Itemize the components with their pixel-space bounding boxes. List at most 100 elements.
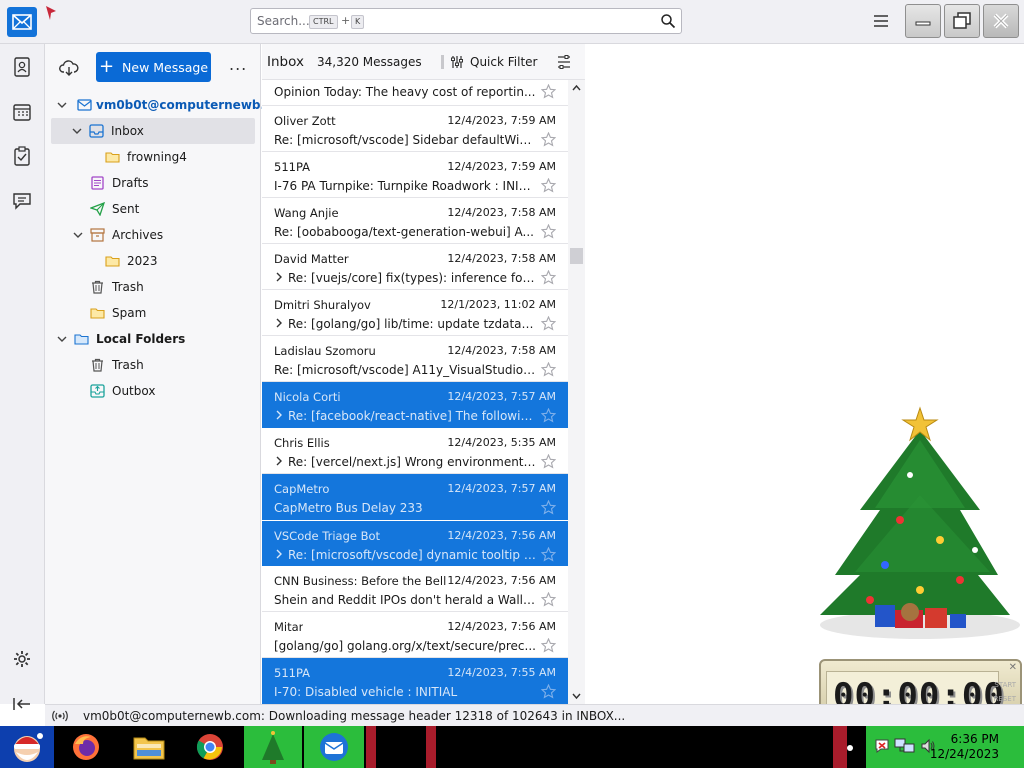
scroll-up-icon[interactable] <box>572 84 581 92</box>
message-date: 12/4/2023, 7:57 AM <box>447 390 556 403</box>
message-row[interactable]: 511PA 12/4/2023, 7:55 AM I-70: Disabled ve… <box>262 658 568 704</box>
message-row[interactable]: Chris Ellis 12/4/2023, 5:35 AM Re: [vercel… <box>262 428 568 474</box>
star-icon[interactable] <box>541 408 556 423</box>
clock-time[interactable]: 6:36 PM <box>951 732 999 746</box>
chevron-down-icon[interactable] <box>72 126 82 136</box>
chevron-right-icon[interactable] <box>274 410 286 420</box>
message-row[interactable]: CNN Business: Before the Bell 12/4/2023, … <box>262 566 568 612</box>
display-options-icon[interactable] <box>556 54 572 70</box>
message-sender: 511PA <box>274 666 311 680</box>
star-icon[interactable] <box>541 132 556 147</box>
app-menu-icon[interactable] <box>872 13 890 29</box>
quick-filter-button[interactable]: Quick Filter <box>470 55 537 69</box>
start-button[interactable] <box>0 726 54 768</box>
settings-button[interactable] <box>11 648 33 670</box>
mail-app-icon[interactable] <box>7 7 37 37</box>
network-icon[interactable] <box>894 737 916 755</box>
star-icon[interactable] <box>541 362 556 377</box>
taskbar-thunderbird[interactable] <box>304 726 364 768</box>
folder-2023[interactable]: 2023 <box>45 248 261 274</box>
scrollbar-thumb[interactable] <box>570 248 583 264</box>
folder-trash[interactable]: Trash <box>45 274 261 300</box>
thunderbird-icon <box>320 733 348 761</box>
message-row[interactable]: 511PA 12/4/2023, 7:59 AM I-76 PA Turnpike:… <box>262 152 568 198</box>
folder-frowning4[interactable]: frowning4 <box>45 144 261 170</box>
collapse-spaces-button[interactable] <box>11 693 33 715</box>
message-row[interactable]: David Matter 12/4/2023, 7:58 AM Re: [vuejs… <box>262 244 568 290</box>
taskbar-tree-gadget[interactable] <box>244 726 302 768</box>
search-icon[interactable] <box>660 13 676 29</box>
taskbar-file-explorer[interactable] <box>129 729 169 765</box>
get-messages-icon[interactable] <box>59 59 79 77</box>
restore-button[interactable] <box>944 4 980 38</box>
star-icon[interactable] <box>541 592 556 607</box>
chevron-right-icon[interactable] <box>274 318 286 328</box>
star-icon[interactable] <box>541 316 556 331</box>
folder-account[interactable]: vm0b0t@computernewb... <box>45 92 274 118</box>
red-pin-icon <box>46 6 56 20</box>
star-icon[interactable] <box>541 178 556 193</box>
taskbar-firefox[interactable] <box>66 729 106 765</box>
folder-drafts[interactable]: Drafts <box>45 170 261 196</box>
folder-pane-more-button[interactable]: ... <box>229 55 247 74</box>
message-row[interactable]: Nicola Corti 12/4/2023, 7:57 AM Re: [faceb… <box>262 382 568 428</box>
folder-local-trash[interactable]: Trash <box>45 352 261 378</box>
chevron-right-icon[interactable] <box>274 549 286 559</box>
star-icon[interactable] <box>541 684 556 699</box>
status-bar: vm0b0t@computernewb.com: Downloading mes… <box>45 704 1024 726</box>
clock-date[interactable]: 12/24/2023 <box>930 747 999 761</box>
quick-filter-icon[interactable] <box>450 55 464 69</box>
collapse-left-icon <box>13 698 30 710</box>
folder-inbox[interactable]: Inbox <box>51 118 255 144</box>
chevron-down-icon[interactable] <box>57 334 67 344</box>
taskbar-chrome[interactable] <box>190 729 230 765</box>
thread-scrollbar[interactable] <box>568 80 585 704</box>
message-row[interactable]: Opinion Today: The heavy cost of reporti… <box>262 80 568 106</box>
tasks-button[interactable] <box>11 145 33 167</box>
message-row[interactable]: CapMetro 12/4/2023, 7:57 AM CapMetro Bus D… <box>262 474 568 520</box>
star-icon[interactable] <box>541 547 556 562</box>
star-icon[interactable] <box>541 638 556 653</box>
show-desktop-icon[interactable] <box>846 741 854 755</box>
thread-pane: Inbox 34,320 Messages Quick Filter Opini… <box>262 44 585 704</box>
star-icon[interactable] <box>541 224 556 239</box>
folder-archives[interactable]: Archives <box>45 222 261 248</box>
folder-spam[interactable]: Spam <box>45 300 261 326</box>
minimize-button[interactable] <box>905 4 941 38</box>
timer-reset-button[interactable]: RESET <box>994 695 1016 703</box>
chevron-right-icon[interactable] <box>274 272 286 282</box>
calendar-button[interactable] <box>11 101 33 123</box>
message-date: 12/4/2023, 7:57 AM <box>447 482 556 495</box>
chevron-down-icon[interactable] <box>57 100 67 110</box>
message-row[interactable]: Dmitri Shuralyov 12/1/2023, 11:02 AM Re: [… <box>262 290 568 336</box>
folder-outbox[interactable]: Outbox <box>45 378 261 404</box>
message-row[interactable]: Oliver Zott 12/4/2023, 7:59 AM Re: [micros… <box>262 106 568 152</box>
firefox-icon <box>73 734 99 760</box>
folder-outbox-label: Outbox <box>112 384 156 398</box>
folder-local-folders[interactable]: Local Folders <box>45 326 261 352</box>
message-sender: Wang Anjie <box>274 206 339 220</box>
folder-sent[interactable]: Sent <box>45 196 261 222</box>
message-row[interactable]: Ladislau Szomoru 12/4/2023, 7:58 AM Re: [m… <box>262 336 568 382</box>
message-row[interactable]: Mitar 12/4/2023, 7:56 AM [golang/go] golan… <box>262 612 568 658</box>
folder-icon <box>90 308 105 319</box>
scroll-down-icon[interactable] <box>572 692 581 700</box>
star-icon[interactable] <box>541 270 556 285</box>
address-book-button[interactable] <box>11 56 33 78</box>
timer-close-icon[interactable]: ✕ <box>1009 662 1017 673</box>
timer-start-button[interactable]: START <box>994 681 1016 689</box>
close-button[interactable] <box>983 4 1019 38</box>
search-field[interactable]: Search... CTRL + K <box>250 8 682 34</box>
chat-button[interactable] <box>11 190 33 212</box>
action-center-icon[interactable] <box>874 738 890 754</box>
star-icon[interactable] <box>541 500 556 515</box>
message-subject-line: CapMetro Bus Delay 233 <box>274 501 536 515</box>
chevron-right-icon[interactable] <box>274 456 286 466</box>
star-icon[interactable] <box>541 454 556 469</box>
chevron-down-icon[interactable] <box>73 230 83 240</box>
star-icon[interactable] <box>541 84 556 99</box>
message-subject: Re: [oobabooga/text-generation-webui] A.… <box>274 225 534 239</box>
message-row[interactable]: Wang Anjie 12/4/2023, 7:58 AM Re: [oobaboo… <box>262 198 568 244</box>
new-message-button[interactable]: + New Message <box>96 52 211 82</box>
message-row[interactable]: VSCode Triage Bot 12/4/2023, 7:56 AM Re: [… <box>262 520 568 566</box>
